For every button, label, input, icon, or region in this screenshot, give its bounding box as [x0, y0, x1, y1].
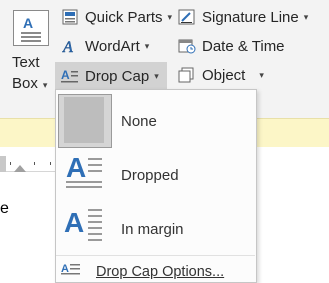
text-box-button[interactable]: Text Box ▾: [12, 52, 47, 96]
date-time-label: Date & Time: [202, 37, 285, 55]
drop-cap-options-item[interactable]: Drop Cap Options...: [96, 264, 224, 280]
text-box-label-line1: Text: [12, 54, 40, 71]
drop-cap-options-label: Drop Cap Options...: [96, 264, 225, 280]
chevron-down-icon: ▾: [259, 69, 264, 80]
document-text: e: [0, 200, 9, 217]
signature-line-label: Signature Line: [202, 8, 299, 26]
svg-text:A: A: [66, 152, 86, 183]
chevron-down-icon: ▾: [42, 80, 48, 90]
wordart-icon: A: [61, 37, 79, 55]
quick-parts-icon: [61, 8, 79, 26]
ruler-tick: [34, 162, 35, 165]
drop-cap-in-margin-label[interactable]: In margin: [121, 221, 184, 238]
drop-cap-button[interactable]: A Drop Cap ▾: [55, 62, 167, 90]
calendar-clock-icon: [178, 37, 196, 55]
ruler-tick: [10, 162, 11, 165]
svg-text:A: A: [64, 207, 84, 238]
text-box-label-line2: Box: [12, 75, 38, 92]
drop-cap-in-margin-icon[interactable]: A: [64, 205, 104, 247]
signature-line-icon: [178, 8, 196, 26]
signature-line-button[interactable]: Signature Line ▾: [178, 8, 308, 26]
chevron-down-icon: ▾: [144, 40, 150, 51]
object-label: Object: [202, 66, 246, 84]
text-box-icon[interactable]: A: [13, 10, 49, 46]
drop-cap-label: Drop Cap: [85, 67, 150, 85]
svg-text:A: A: [62, 39, 73, 54]
chevron-down-icon: ▾: [303, 11, 309, 22]
drop-cap-options-icon: A: [61, 262, 81, 281]
wordart-label: WordArt: [85, 37, 140, 55]
drop-cap-dropped-label[interactable]: Dropped: [121, 167, 179, 184]
quick-parts-button[interactable]: Quick Parts ▾: [61, 8, 172, 26]
object-icon: [178, 66, 196, 84]
quick-parts-label: Quick Parts: [85, 8, 163, 26]
ruler-tick: [50, 162, 51, 165]
wordart-button[interactable]: A WordArt ▾: [61, 37, 149, 55]
date-time-button[interactable]: Date & Time: [178, 37, 285, 55]
svg-text:A: A: [23, 15, 33, 31]
drop-cap-icon: A: [61, 67, 79, 85]
chevron-down-icon: ▾: [154, 70, 159, 81]
drop-cap-none-label[interactable]: None: [121, 113, 157, 130]
menu-separator: [56, 255, 255, 256]
drop-cap-none-icon: [64, 97, 104, 143]
indent-marker-icon[interactable]: [14, 165, 26, 172]
chevron-down-icon: ▾: [167, 11, 173, 22]
object-button[interactable]: Object ▾: [178, 66, 264, 84]
drop-cap-dropped-icon[interactable]: A: [66, 152, 104, 194]
ruler-margin: [0, 156, 6, 172]
svg-text:A: A: [61, 68, 70, 82]
